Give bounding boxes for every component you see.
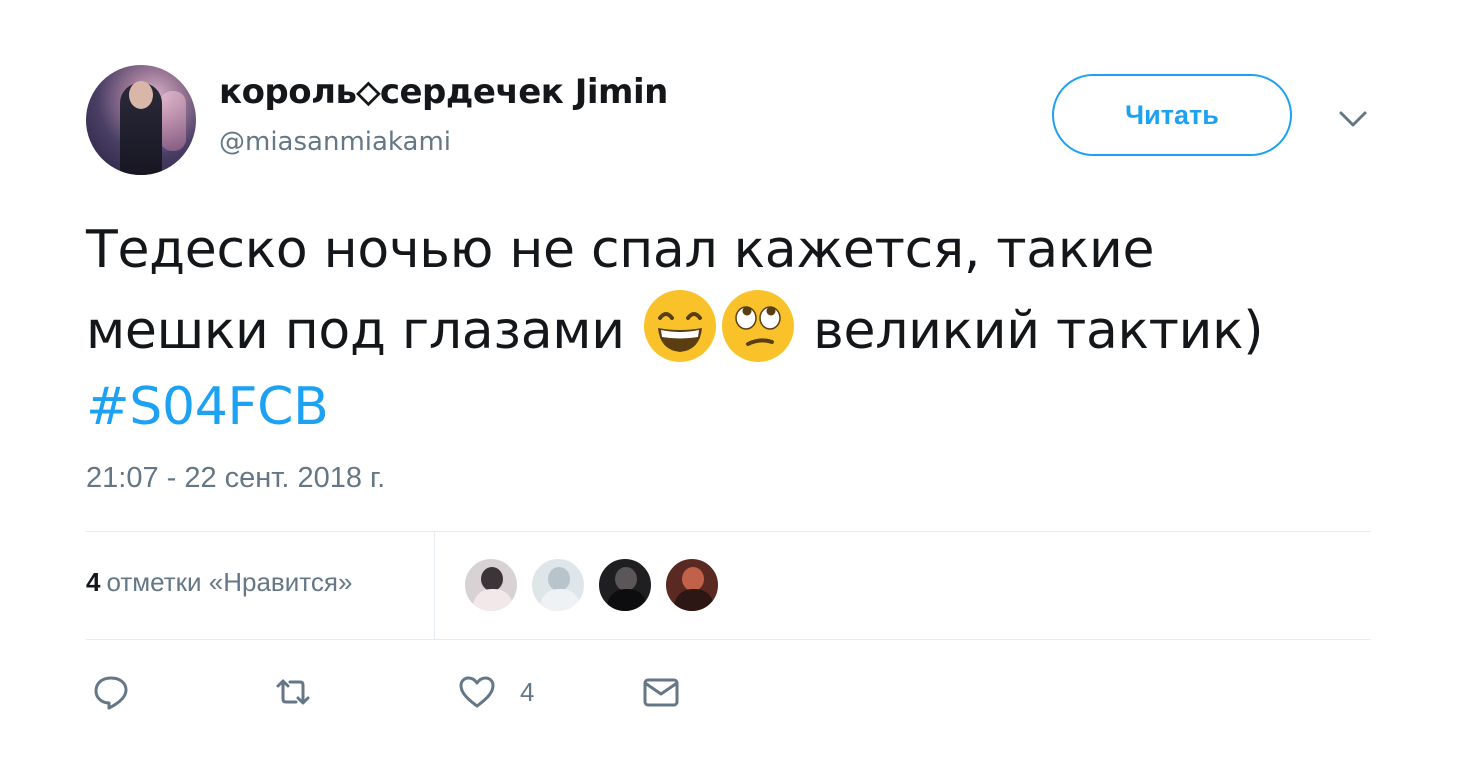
author-avatar[interactable] <box>86 65 196 175</box>
reply-icon <box>94 676 128 710</box>
tweet-card: король⬦сердечек Jimin @miasanmiakami Чит… <box>0 0 1460 778</box>
likes-stat[interactable]: 4 отметки «Нравится» <box>86 567 352 598</box>
liker-avatars <box>463 557 731 613</box>
author-display-name[interactable]: король⬦сердечек Jimin <box>219 72 668 112</box>
retweet-icon <box>276 679 310 705</box>
like-button[interactable]: 4 <box>458 672 534 712</box>
avatar-stage-light <box>160 91 186 151</box>
avatar-face <box>129 81 153 109</box>
heart-icon <box>459 676 495 708</box>
hashtag-link[interactable]: #S04FCB <box>86 377 329 437</box>
stats-top-divider <box>86 531 1371 532</box>
tweet-timestamp[interactable]: 21:07 - 22 сент. 2018 г. <box>86 462 385 495</box>
liker-avatar[interactable] <box>597 557 653 613</box>
likes-stat-label: отметки «Нравится» <box>106 567 353 597</box>
liker-avatar[interactable] <box>463 557 519 613</box>
author-handle[interactable]: @miasanmiakami <box>219 127 451 157</box>
retweet-button[interactable] <box>274 672 312 712</box>
stats-vertical-divider <box>434 532 435 639</box>
like-count: 4 <box>520 676 535 707</box>
direct-message-button[interactable] <box>642 672 680 712</box>
envelope-icon <box>643 678 679 707</box>
follow-button[interactable]: Читать <box>1052 74 1292 156</box>
tweet-text: Тедеско ночью не спал кажется, такие меш… <box>86 212 1376 445</box>
face-with-rolling-eyes-emoji-icon <box>721 290 794 362</box>
reply-button[interactable] <box>92 672 130 712</box>
tweet-text-line2-before: мешки под глазами <box>86 301 641 361</box>
stats-bottom-divider <box>86 639 1371 640</box>
grinning-squinting-face-emoji-icon <box>643 290 716 362</box>
tweet-text-line1: Тедеско ночью не спал кажется, такие <box>86 220 1155 280</box>
liker-avatar[interactable] <box>530 557 586 613</box>
likes-stat-count: 4 <box>86 567 101 597</box>
chevron-down-icon[interactable] <box>1336 104 1370 134</box>
liker-avatar[interactable] <box>664 557 720 613</box>
tweet-text-line2-after: великий тактик) <box>796 301 1264 361</box>
